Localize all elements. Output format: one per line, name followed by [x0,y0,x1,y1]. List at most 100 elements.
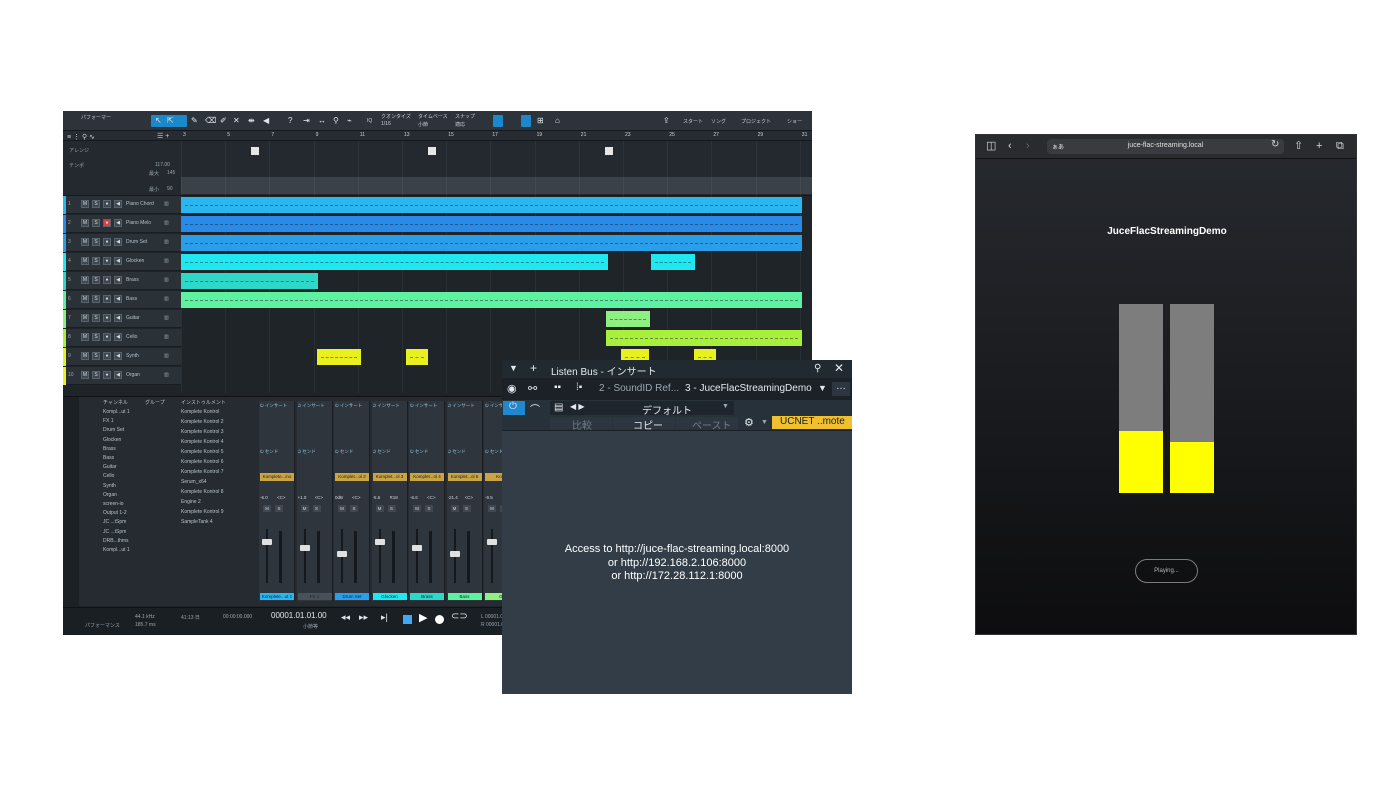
channel-list-item[interactable]: JC ...tSpm [103,519,126,525]
channel-list-item[interactable]: Kompl...ut 1 [103,547,130,553]
eraser-tool-icon[interactable]: ⌫ [205,116,216,126]
instrument-list-item[interactable]: SampleTank 4 [181,519,213,525]
follow-icon[interactable]: ⇥ [303,116,310,126]
instrument-list-item[interactable]: Komplete Kontrol 4 [181,439,224,445]
instrument-icon[interactable]: ▥ [164,220,169,226]
track-header[interactable]: 6 M S ● ◀ Bass ▥ [63,291,181,309]
more-button[interactable]: … [832,381,850,396]
track-clip[interactable] [606,330,802,346]
show-button[interactable]: ショー [787,118,802,125]
mute-button[interactable]: M [81,333,89,341]
track-header[interactable]: 10 M S ● ◀ Organ ▥ [63,367,181,385]
record-arm-button[interactable]: ● [103,219,111,227]
strip-instrument-label[interactable]: Komplet...ol 5 [447,473,482,481]
project-button[interactable]: プロジェクト [741,118,771,125]
playing-button[interactable]: Playing... [1135,559,1198,583]
mute-button[interactable]: M [81,314,89,322]
track-header[interactable]: 2 M S ● ◀ Piano Melo ▥ [63,215,181,233]
track-clip[interactable] [181,216,802,232]
strip-mute-button[interactable]: M [375,505,384,512]
sidebar-icon[interactable]: ◫ [986,139,996,153]
track-clip[interactable] [181,273,318,289]
record-arm-button[interactable]: ● [103,352,111,360]
track-clip[interactable] [181,254,608,270]
record-arm-button[interactable]: ● [103,295,111,303]
solo-button[interactable]: S [92,371,100,379]
snap-icon[interactable]: ⌁ [347,116,352,126]
slot-list-icon[interactable]: ⁞▪ [576,382,582,393]
paint-tool-icon[interactable]: ✐ [220,116,227,126]
channel-list-item[interactable]: Glocken [103,437,121,443]
mute-tool-icon[interactable]: ✕ [233,116,240,126]
upload-icon[interactable]: ⇪ [663,116,670,126]
arranger-marker[interactable] [605,147,613,155]
channel-list-item[interactable]: Synth [103,483,116,489]
mute-button[interactable]: M [81,352,89,360]
arranger-marker[interactable] [251,147,259,155]
compare-button[interactable]: 比較 [550,417,612,432]
skip-icon[interactable]: ▸| [381,612,388,623]
track-header[interactable]: 7 M S ● ◀ Guitar ▥ [63,310,181,328]
track-header[interactable]: 3 M S ● ◀ Drum Set ▥ [63,234,181,252]
send-header[interactable]: ⏻ センド [448,449,482,457]
bypass-button[interactable]: ⏻ [503,401,525,415]
snap-value[interactable]: 適応 [455,121,465,128]
slot-current[interactable]: 3 - JuceFlacStreamingDemo [685,383,812,394]
channel-list-item[interactable]: screen-io [103,501,124,507]
track-clip[interactable] [317,349,361,365]
record-arm-button[interactable]: ● [103,314,111,322]
monitor-button[interactable]: ◀ [114,276,122,284]
solo-button[interactable]: S [92,257,100,265]
slot-dropdown-icon[interactable]: ▼ [818,383,827,393]
fader-handle[interactable] [299,545,310,551]
strip-name[interactable]: Bass [447,593,482,600]
add-icon[interactable]: + [530,361,537,375]
insert-header[interactable]: ⏻ インサート [410,403,444,411]
track-clip[interactable] [651,254,695,270]
channel-list-item[interactable]: Drum Set [103,427,124,433]
send-header[interactable]: ⏻ センド [335,449,369,457]
power-icon[interactable]: ◉ [507,382,517,395]
solo-button[interactable]: S [92,238,100,246]
monitor-button[interactable]: ◀ [114,295,122,303]
strip-name[interactable]: Komplete...ut 1 [260,593,294,600]
strip-mute-button[interactable]: M [488,505,496,512]
position-display[interactable]: 00001.01.01.00 [271,611,327,620]
record-arm-button[interactable]: ● [103,371,111,379]
strip-instrument-label[interactable]: Komplet...ol 2 [335,473,369,481]
solo-button[interactable]: S [92,200,100,208]
instrument-list-item[interactable]: Komplete Kontrol 2 [181,419,224,425]
strip-solo-button[interactable]: S [350,505,358,512]
solo-button[interactable]: S [92,276,100,284]
strip-mute-button[interactable]: M [300,505,309,512]
loop-button[interactable]: ⊂⊃ [451,611,468,622]
grid-icon[interactable]: ⊞ [537,116,544,126]
arrow-tool-icon[interactable]: ↖ [155,116,162,126]
play-button[interactable]: ▶ [419,611,427,624]
solo-button[interactable]: S [92,352,100,360]
record-arm-button[interactable]: ● [103,276,111,284]
solo-button[interactable]: S [92,333,100,341]
channel-list-item[interactable]: Guitar [103,464,117,470]
instrument-list-item[interactable]: Komplete Kontrol [181,409,219,415]
mute-button[interactable]: M [81,219,89,227]
monitor-button[interactable]: ◀ [114,314,122,322]
prev-next-icon[interactable]: ◀ ▶ [570,402,585,411]
strip-solo-button[interactable]: S [387,505,396,512]
track-list-icon[interactable]: ≡ ⋮ ⚲ ∿ [67,133,95,141]
strip-name[interactable]: FX 1 [297,593,332,600]
monitor-button[interactable]: ◀ [114,371,122,379]
channel-list-item[interactable]: Output 1-2 [103,510,127,516]
record-arm-button[interactable]: ● [103,238,111,246]
solo-button[interactable]: S [92,314,100,322]
metronome-icon[interactable]: ⌂ [555,116,560,126]
quantize-value[interactable]: 1/16 [381,121,391,127]
insert-header[interactable]: ⏻ インサート [260,403,294,411]
track-header[interactable]: 9 M S ● ◀ Synth ▥ [63,348,181,366]
instrument-list-item[interactable]: Komplete Kontrol 3 [181,429,224,435]
strip-name[interactable]: Drum Set [335,593,369,600]
forward-icon[interactable]: ▸▸ [359,612,368,623]
strip-name[interactable]: Glocken [372,593,407,600]
strip-solo-button[interactable]: S [462,505,471,512]
loop-icon[interactable]: ↔ [318,116,326,126]
